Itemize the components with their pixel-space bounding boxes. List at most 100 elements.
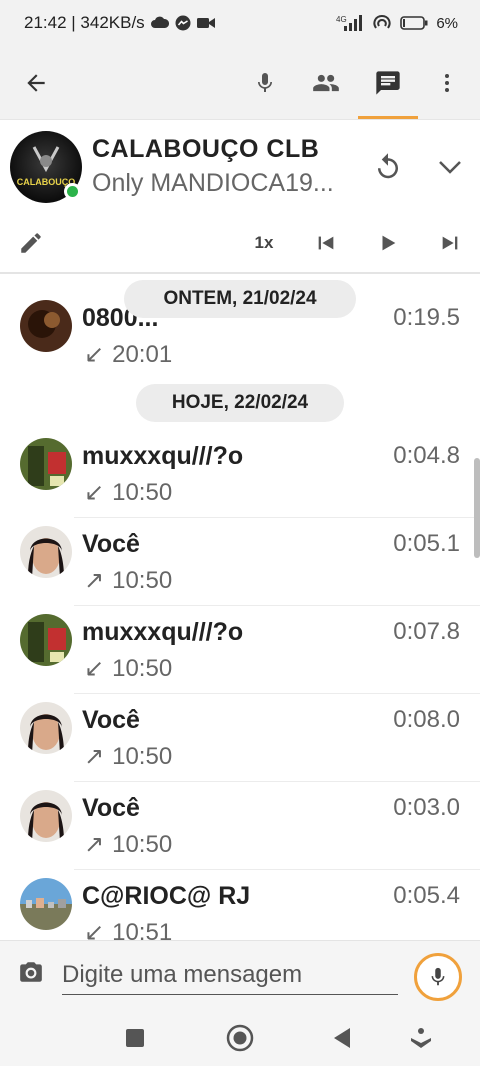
contacts-tab-button[interactable] xyxy=(304,61,348,105)
accessibility-icon xyxy=(411,1028,431,1048)
cloud-icon xyxy=(150,16,169,30)
message-time: 20:01 xyxy=(112,340,173,368)
message-list[interactable]: 0800... 0:19.5 ↙ 20:01 ONTEM, 21/02/24 H… xyxy=(0,276,480,940)
sent-arrow-icon: ↗ xyxy=(84,567,105,594)
home-button[interactable] xyxy=(220,1018,260,1058)
playback-speed-button[interactable]: 1x xyxy=(242,221,286,265)
collapse-button[interactable] xyxy=(428,145,472,189)
sent-arrow-icon: ↗ xyxy=(84,743,105,770)
message-item[interactable]: Você 0:05.1 ↗ 10:50 xyxy=(0,518,480,606)
group-name[interactable]: CALABOUÇO CLB xyxy=(92,135,319,164)
chat-icon xyxy=(376,71,400,95)
skip-previous-icon xyxy=(318,236,334,250)
sender-avatar xyxy=(20,614,72,666)
message-time: 10:50 xyxy=(112,566,173,594)
accessibility-button[interactable] xyxy=(401,1018,441,1058)
sender-name: Você xyxy=(82,530,140,558)
sender-avatar xyxy=(20,438,72,490)
app-toolbar xyxy=(0,46,480,120)
recents-button[interactable] xyxy=(115,1018,155,1058)
chat-tab-button[interactable] xyxy=(366,61,410,105)
signal-icon: 4G xyxy=(334,14,364,32)
audio-duration: 0:04.8 xyxy=(393,442,460,469)
group-subtitle[interactable]: Only MANDIOCA19... xyxy=(92,169,334,198)
audio-duration: 0:07.8 xyxy=(393,618,460,645)
square-icon xyxy=(126,1029,144,1047)
microphone-tab-button[interactable] xyxy=(243,61,287,105)
online-status-indicator xyxy=(64,183,81,200)
message-time: 10:50 xyxy=(112,742,173,770)
camera-icon xyxy=(20,962,42,982)
edit-button[interactable] xyxy=(9,221,53,265)
message-time: 10:50 xyxy=(112,830,173,858)
record-audio-button[interactable] xyxy=(414,953,462,1001)
skip-next-icon xyxy=(442,236,458,250)
received-arrow-icon: ↙ xyxy=(84,919,105,940)
message-meta: ↗ 10:50 xyxy=(84,742,172,771)
sender-name: muxxxqu///?o xyxy=(82,618,244,646)
messenger-icon xyxy=(175,15,191,31)
sender-avatar xyxy=(20,526,72,578)
sent-arrow-icon: ↗ xyxy=(84,831,105,858)
home-circle-icon xyxy=(226,1024,254,1052)
active-tab-indicator xyxy=(358,116,418,119)
audio-duration: 0:05.4 xyxy=(393,882,460,909)
network-label: 4G xyxy=(336,15,347,24)
audio-duration: 0:19.5 xyxy=(393,304,460,331)
date-chip-yesterday: ONTEM, 21/02/24 xyxy=(124,280,356,318)
hotspot-icon xyxy=(372,14,392,32)
system-navigation-bar xyxy=(0,1008,480,1066)
sender-avatar xyxy=(20,790,72,842)
replay-button[interactable] xyxy=(366,145,410,189)
playback-speed-label: 1x xyxy=(254,233,274,252)
more-options-button[interactable] xyxy=(425,61,469,105)
message-time: 10:50 xyxy=(112,478,173,506)
message-item[interactable]: muxxxqu///?o 0:07.8 ↙ 10:50 xyxy=(0,606,480,694)
audio-duration: 0:05.1 xyxy=(393,530,460,557)
playback-controls: 1x xyxy=(0,221,480,265)
next-button[interactable] xyxy=(428,221,472,265)
camera-button[interactable] xyxy=(14,955,48,989)
message-time: 10:50 xyxy=(112,654,173,682)
microphone-icon xyxy=(431,967,445,986)
back-button[interactable] xyxy=(14,61,58,105)
message-input[interactable] xyxy=(62,955,398,995)
date-chip-today: HOJE, 22/02/24 xyxy=(136,384,344,422)
more-vert-icon xyxy=(445,74,449,92)
message-meta: ↗ 10:50 xyxy=(84,566,172,595)
triangle-back-icon xyxy=(334,1028,350,1048)
play-button[interactable] xyxy=(366,221,410,265)
battery-level: 6% xyxy=(436,14,458,32)
play-icon xyxy=(382,235,396,251)
battery-icon xyxy=(400,16,428,30)
status-bar: 21:42 | 342KB/s 4G 6% xyxy=(0,0,480,46)
audio-duration: 0:03.0 xyxy=(393,794,460,821)
scrollbar-thumb[interactable] xyxy=(474,458,480,558)
nav-back-button[interactable] xyxy=(322,1018,362,1058)
message-meta: ↙ 10:50 xyxy=(84,654,172,683)
pencil-icon xyxy=(21,233,41,253)
chevron-down-icon xyxy=(439,161,461,174)
message-input-bar xyxy=(0,940,480,1008)
audio-duration: 0:08.0 xyxy=(393,706,460,733)
message-meta: ↙ 10:51 xyxy=(84,918,173,941)
message-time: 10:51 xyxy=(112,918,173,941)
received-arrow-icon: ↙ xyxy=(84,655,105,682)
microphone-icon xyxy=(258,73,272,92)
people-icon xyxy=(313,74,339,92)
sender-name: muxxxqu///?o xyxy=(82,442,244,470)
message-item[interactable]: Você 0:03.0 ↗ 10:50 xyxy=(0,782,480,870)
received-arrow-icon: ↙ xyxy=(84,479,105,506)
sender-avatar xyxy=(20,878,72,930)
video-icon xyxy=(196,17,215,29)
back-arrow-icon xyxy=(27,74,45,92)
sender-avatar xyxy=(20,300,72,352)
replay-icon xyxy=(378,153,398,179)
previous-button[interactable] xyxy=(304,221,348,265)
group-header: CALABOUÇO CALABOUÇO CLB Only MANDIOCA19.… xyxy=(0,121,480,274)
message-item[interactable]: muxxxqu///?o 0:04.8 ↙ 10:50 xyxy=(0,430,480,518)
message-item[interactable]: C@RIOC@ RJ 0:05.4 ↙ 10:51 xyxy=(0,870,480,940)
received-arrow-icon: ↙ xyxy=(84,341,105,368)
message-meta: ↙ 20:01 xyxy=(84,340,172,369)
message-item[interactable]: Você 0:08.0 ↗ 10:50 xyxy=(0,694,480,782)
